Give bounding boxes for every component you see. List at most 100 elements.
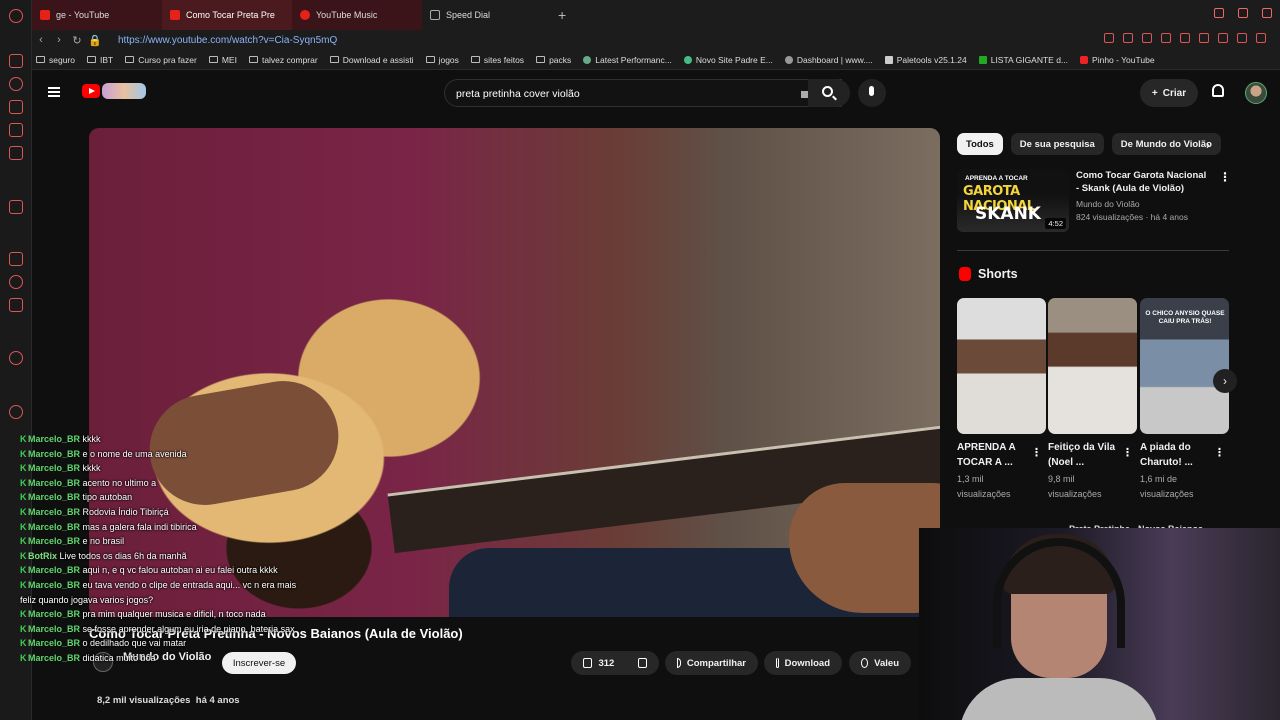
tab-current-video[interactable]: Como Tocar Preta Pre [162, 0, 292, 30]
chip-from-channel[interactable]: De Mundo do Violão [1111, 133, 1221, 155]
minimize-icon[interactable] [1238, 8, 1248, 18]
bookmark-folder[interactable]: Download e assisti [329, 54, 414, 65]
more-options-icon[interactable]: ⋮ [1031, 446, 1042, 459]
new-tab-icon[interactable]: + [558, 7, 566, 23]
bookmark-label: Dashboard | www.... [796, 54, 873, 65]
youtube-music-favicon-icon [300, 10, 310, 20]
notes-icon[interactable] [9, 146, 23, 160]
bookmark-link[interactable]: Pinho - YouTube [1080, 55, 1155, 65]
create-button[interactable]: + Criar [1140, 79, 1198, 107]
youtube-logo-icon[interactable] [82, 84, 100, 98]
recommendation-thumbnail[interactable]: APRENDA A TOCAR GAROTA NACIONAL SKANK 4:… [957, 169, 1069, 232]
extensions-icon[interactable] [1218, 33, 1228, 43]
bookmark-folder[interactable]: seguro [36, 55, 75, 65]
download-button[interactable]: Download [764, 651, 842, 675]
chat-username: Marcelo_BR [28, 477, 81, 488]
aria-icon[interactable] [9, 200, 23, 214]
bookmark-folder[interactable]: jogos [425, 55, 459, 65]
short-title[interactable]: APRENDA A TOCAR A ... [957, 440, 1032, 470]
tab-youtube-music[interactable]: YouTube Music [292, 0, 422, 30]
search-query: preta pretinha cover violão [456, 88, 580, 100]
whatsapp-icon[interactable] [9, 275, 23, 289]
chat-text: e o nome de uma avenida [82, 448, 187, 459]
bookmark-link[interactable]: Novo Site Padre E... [683, 55, 773, 65]
voice-search-button[interactable] [858, 79, 886, 107]
avatar[interactable] [1245, 82, 1267, 104]
thanks-icon [861, 658, 869, 668]
bookmark-folder[interactable]: packs [536, 55, 571, 65]
more-options-icon[interactable]: ⋮ [1219, 170, 1231, 184]
more-options-icon[interactable]: ⋮ [1122, 446, 1133, 459]
chat-username: Marcelo_BR [28, 579, 81, 590]
bookmark-link[interactable]: Latest Performanc... [583, 55, 672, 65]
history-icon[interactable] [9, 77, 23, 91]
short-thumbnail[interactable]: O CHICO ANYSIO QUASE CAIU PRA TRÁS! [1140, 298, 1229, 434]
x-icon[interactable] [9, 298, 23, 312]
bookmark-link[interactable]: LISTA GIGANTE d... [978, 55, 1068, 65]
folder-icon [87, 56, 96, 63]
url-field[interactable]: https://www.youtube.com/watch?v=Cia-Syqn… [118, 35, 337, 46]
reload-icon[interactable]: ↻ [68, 34, 86, 47]
download-icon[interactable] [9, 100, 23, 114]
search-icon [822, 86, 833, 97]
like-count[interactable]: 312 [598, 658, 614, 669]
notifications-bell-icon[interactable] [1212, 84, 1224, 97]
bookmark-folder[interactable]: sites feitos [470, 55, 524, 65]
player-icon[interactable] [9, 351, 23, 365]
browser-menu-icon[interactable] [9, 9, 23, 23]
more-options-icon[interactable]: ⋮ [1214, 446, 1225, 459]
tab-youtube[interactable]: ge - YouTube [32, 0, 162, 30]
download-label: Download [784, 657, 830, 669]
downloads-icon[interactable] [1256, 33, 1266, 43]
short-thumbnail[interactable] [1048, 298, 1137, 434]
bookmark-folder[interactable]: IBT [87, 55, 113, 65]
video-views: 8,2 mil visualizações há 4 anos [97, 695, 240, 706]
bookmark-link[interactable]: Paletools v25.1.24 [884, 55, 967, 65]
menu-icon[interactable] [48, 87, 60, 97]
back-icon[interactable]: ‹ [32, 34, 50, 46]
search-tabs-icon[interactable] [1214, 8, 1224, 18]
bookmark-label: Download e assisti [342, 54, 414, 65]
shorts-icon [959, 267, 971, 281]
forward-icon[interactable]: › [50, 34, 68, 46]
chip-all[interactable]: Todos [957, 133, 1003, 155]
bookmark-icon[interactable] [9, 123, 23, 137]
search-button[interactable] [808, 79, 850, 107]
view-count: 8,2 mil visualizações [97, 695, 191, 706]
play-icon[interactable] [1180, 33, 1190, 43]
clock-icon[interactable] [9, 405, 23, 419]
recommendation-channel[interactable]: Mundo do Violão [1076, 199, 1140, 209]
kick-badge-icon: K [20, 536, 27, 547]
dislike-icon[interactable] [637, 658, 647, 668]
youtube-doodle-icon[interactable] [102, 83, 146, 99]
search-input[interactable]: preta pretinha cover violão ✕ [444, 79, 842, 107]
twitch-icon[interactable] [9, 252, 23, 266]
profile-icon[interactable] [1237, 33, 1247, 43]
mail-icon[interactable] [9, 54, 23, 68]
shorts-next-button[interactable]: › [1213, 369, 1237, 393]
tab-speed-dial[interactable]: Speed Dial [422, 0, 552, 30]
recommendation-title[interactable]: Como Tocar Garota Nacional - Skank (Aula… [1076, 170, 1211, 195]
kick-badge-icon: K [20, 638, 27, 649]
chip-from-search[interactable]: De sua pesquisa [1010, 133, 1104, 155]
drive-favicon-icon [683, 55, 692, 64]
bookmark-folder[interactable]: talvez comprar [248, 55, 318, 65]
short-title[interactable]: A piada do Charuto! ... [1140, 440, 1215, 470]
short-thumbnail[interactable] [957, 298, 1046, 434]
bookmark-folder[interactable]: MEI [208, 55, 237, 65]
reader-icon[interactable] [1123, 33, 1133, 43]
thanks-button[interactable]: Valeu [849, 651, 911, 675]
pin-icon[interactable] [1104, 33, 1114, 43]
bookmark-folder[interactable]: Curso pra fazer [125, 55, 197, 65]
short-title[interactable]: Feitiço da Vila (Noel ... [1048, 440, 1123, 470]
like-icon[interactable] [583, 658, 593, 668]
chevron-right-icon[interactable]: › [1206, 138, 1210, 152]
share-icon [677, 658, 681, 668]
bookmark-link[interactable]: Dashboard | www.... [784, 54, 873, 65]
stream-chat-overlay: K Marcelo_BR kkkk K Marcelo_BR e o nome de… [20, 432, 300, 666]
heart-icon[interactable] [1199, 33, 1209, 43]
shield-icon[interactable] [1142, 33, 1152, 43]
maximize-icon[interactable] [1262, 8, 1272, 18]
share-button[interactable]: Compartilhar [665, 651, 758, 675]
screenshot-icon[interactable] [1161, 33, 1171, 43]
